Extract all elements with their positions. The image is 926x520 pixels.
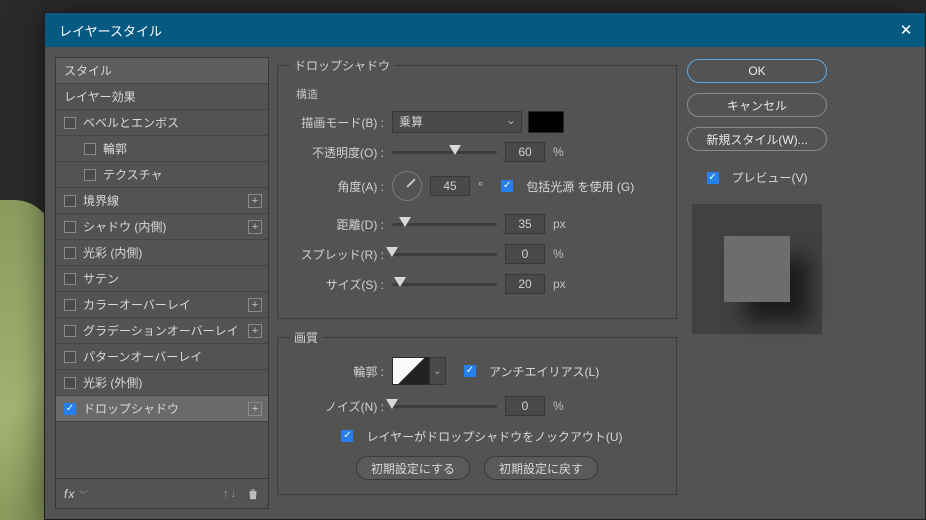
checkbox-icon[interactable] [64,325,76,337]
dialog-title: レイヤースタイル [59,21,162,40]
layer-style-dialog: レイヤースタイル ✕ スタイル レイヤー効果 ベベルとエンボス 輪郭 テクスチャ… [44,12,926,520]
checkbox-icon [501,180,513,192]
sidebar-item-stroke[interactable]: 境界線+ [56,188,268,214]
checkbox-icon[interactable] [64,247,76,259]
sidebar-item-pattern-overlay[interactable]: パターンオーバーレイ [56,344,268,370]
opacity-slider[interactable] [392,144,497,160]
make-default-button[interactable]: 初期設定にする [356,456,470,480]
structure-legend: ドロップシャドウ [290,57,394,74]
contour-picker[interactable] [392,357,430,385]
angle-degree: ° [478,179,483,194]
knockout-checkbox[interactable]: レイヤーがドロップシャドウをノックアウト(U) [341,428,622,445]
opacity-label: 不透明度(O) : [290,144,392,161]
checkbox-icon [341,430,353,442]
distance-unit: px [553,217,566,231]
checkbox-icon[interactable] [64,299,76,311]
shadow-color-chip[interactable] [528,111,564,133]
angle-dial[interactable] [392,171,422,201]
sidebar-item-color-overlay[interactable]: カラーオーバーレイ+ [56,292,268,318]
quality-legend: 画質 [290,329,322,346]
checkbox-icon [464,365,476,377]
ok-button[interactable]: OK [687,59,827,83]
preview-thumbnail [692,204,822,334]
preview-checkbox[interactable]: プレビュー(V) [687,169,827,186]
sidebar-item-drop-shadow[interactable]: ドロップシャドウ+ [56,396,268,422]
contour-dropdown[interactable]: ⌄ [430,357,446,385]
antialias-checkbox[interactable]: アンチエイリアス(L) [464,363,599,380]
spread-unit: % [553,247,564,261]
size-unit: px [553,277,566,291]
sidebar-header-styles[interactable]: スタイル [56,58,268,84]
size-slider[interactable] [392,276,497,292]
spread-input[interactable] [505,244,545,264]
blend-mode-select[interactable]: 乗算 [392,111,522,133]
checkbox-icon[interactable] [64,117,76,129]
noise-unit: % [553,399,564,413]
sidebar-item-layer-effects[interactable]: レイヤー効果 [56,84,268,110]
opacity-input[interactable] [505,142,545,162]
sidebar-item-inner-glow[interactable]: 光彩 (内側) [56,240,268,266]
checkbox-icon [707,172,719,184]
angle-label: 角度(A) : [290,178,392,195]
distance-label: 距離(D) : [290,216,392,233]
add-icon[interactable]: + [248,402,262,416]
cancel-button[interactable]: キャンセル [687,93,827,117]
checkbox-icon[interactable] [64,195,76,207]
new-style-button[interactable]: 新規スタイル(W)... [687,127,827,151]
structure-fieldset: ドロップシャドウ 構造 描画モード(B) : 乗算 不透明度(O) : % [277,57,677,319]
checkbox-icon[interactable] [64,351,76,363]
noise-label: ノイズ(N) : [290,398,392,415]
checkbox-icon[interactable] [64,221,76,233]
sidebar-footer: fx﹀ ↑↓ [56,478,268,508]
size-label: サイズ(S) : [290,276,392,293]
contour-label: 輪郭 : [290,363,392,380]
blend-mode-label: 描画モード(B) : [290,114,392,131]
add-icon[interactable]: + [248,194,262,208]
checkbox-icon[interactable] [64,273,76,285]
checkbox-icon[interactable] [64,403,76,415]
noise-slider[interactable] [392,398,497,414]
styles-sidebar: スタイル レイヤー効果 ベベルとエンボス 輪郭 テクスチャ 境界線+ シャドウ … [55,57,269,509]
close-icon[interactable]: ✕ [897,21,915,39]
checkbox-icon[interactable] [64,377,76,389]
titlebar: レイヤースタイル ✕ [45,13,925,47]
sidebar-item-satin[interactable]: サテン [56,266,268,292]
size-input[interactable] [505,274,545,294]
add-icon[interactable]: + [248,298,262,312]
quality-fieldset: 画質 輪郭 : ⌄ アンチエイリアス(L) ノイズ(N) : % [277,329,677,495]
spread-slider[interactable] [392,246,497,262]
checkbox-icon[interactable] [84,143,96,155]
noise-input[interactable] [505,396,545,416]
reset-default-button[interactable]: 初期設定に戻す [484,456,598,480]
opacity-unit: % [553,145,564,159]
sidebar-item-contour[interactable]: 輪郭 [56,136,268,162]
add-icon[interactable]: + [248,324,262,338]
sidebar-item-texture[interactable]: テクスチャ [56,162,268,188]
sidebar-item-inner-shadow[interactable]: シャドウ (内側)+ [56,214,268,240]
trash-icon[interactable] [246,487,260,501]
checkbox-icon[interactable] [84,169,96,181]
chevron-down-icon: ﹀ [77,490,87,500]
distance-input[interactable] [505,214,545,234]
fx-menu[interactable]: fx﹀ [64,487,87,501]
sidebar-item-outer-glow[interactable]: 光彩 (外側) [56,370,268,396]
sidebar-item-bevel-emboss[interactable]: ベベルとエンボス [56,110,268,136]
reorder-icon[interactable]: ↑↓ [223,488,236,500]
angle-input[interactable] [430,176,470,196]
structure-subheader: 構造 [296,86,664,102]
sidebar-item-gradient-overlay[interactable]: グラデーションオーバーレイ+ [56,318,268,344]
spread-label: スプレッド(R) : [290,246,392,263]
global-light-checkbox[interactable]: 包括光源 を使用 (G) [501,178,634,195]
distance-slider[interactable] [392,216,497,232]
add-icon[interactable]: + [248,220,262,234]
